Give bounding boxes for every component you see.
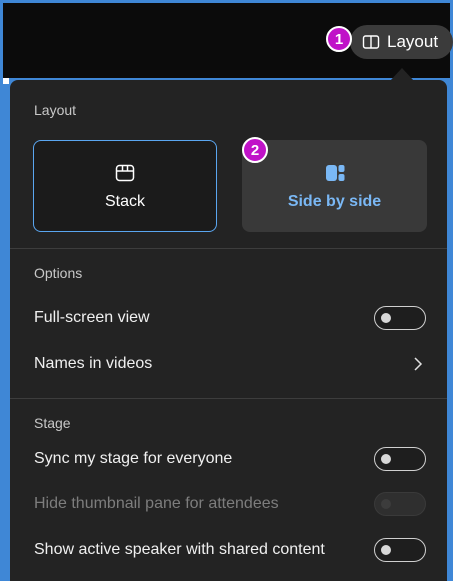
chevron-right-icon[interactable] (410, 356, 426, 372)
toggle-knob (381, 313, 391, 323)
full-screen-row: Full-screen view (34, 301, 426, 335)
hide-thumbnail-label: Hide thumbnail pane for attendees (34, 495, 279, 512)
toggle-knob (381, 499, 391, 509)
app-frame: Layout 1 Layout Stack Side by side Optio… (0, 0, 453, 581)
stack-option[interactable]: Stack (33, 140, 217, 232)
toggle-knob (381, 545, 391, 555)
layout-icon (362, 33, 380, 51)
active-speaker-row: Show active speaker with shared content (34, 533, 426, 567)
layout-button-label: Layout (387, 32, 439, 51)
side-by-side-option-label: Side by side (287, 192, 382, 210)
toggle-knob (381, 454, 391, 464)
section-divider (10, 248, 447, 249)
stack-option-label: Stack (104, 192, 145, 210)
hide-thumbnail-row: Hide thumbnail pane for attendees (34, 487, 426, 521)
step-badge-2: 2 (242, 137, 268, 163)
step-badge-1: 1 (326, 26, 352, 52)
section-divider (10, 398, 447, 399)
side-by-side-icon (324, 162, 346, 184)
window-edge (3, 78, 9, 84)
full-screen-toggle[interactable] (374, 306, 426, 330)
layout-panel: Layout Stack Side by side Options Full-s… (10, 80, 447, 581)
layout-button[interactable]: Layout (350, 25, 453, 59)
stage-section-title: Stage (34, 415, 71, 431)
names-in-videos-row[interactable]: Names in videos (34, 347, 426, 381)
full-screen-label: Full-screen view (34, 309, 150, 326)
active-speaker-toggle[interactable] (374, 538, 426, 562)
hide-thumbnail-toggle (374, 492, 426, 516)
sync-stage-toggle[interactable] (374, 447, 426, 471)
layout-section-title: Layout (34, 102, 77, 118)
names-in-videos-label: Names in videos (34, 355, 153, 372)
side-by-side-option[interactable]: Side by side (242, 140, 427, 232)
sync-stage-row: Sync my stage for everyone (34, 442, 426, 476)
stack-icon (114, 162, 136, 184)
sync-stage-label: Sync my stage for everyone (34, 450, 233, 467)
options-section-title: Options (34, 265, 83, 281)
active-speaker-label: Show active speaker with shared content (34, 541, 325, 558)
